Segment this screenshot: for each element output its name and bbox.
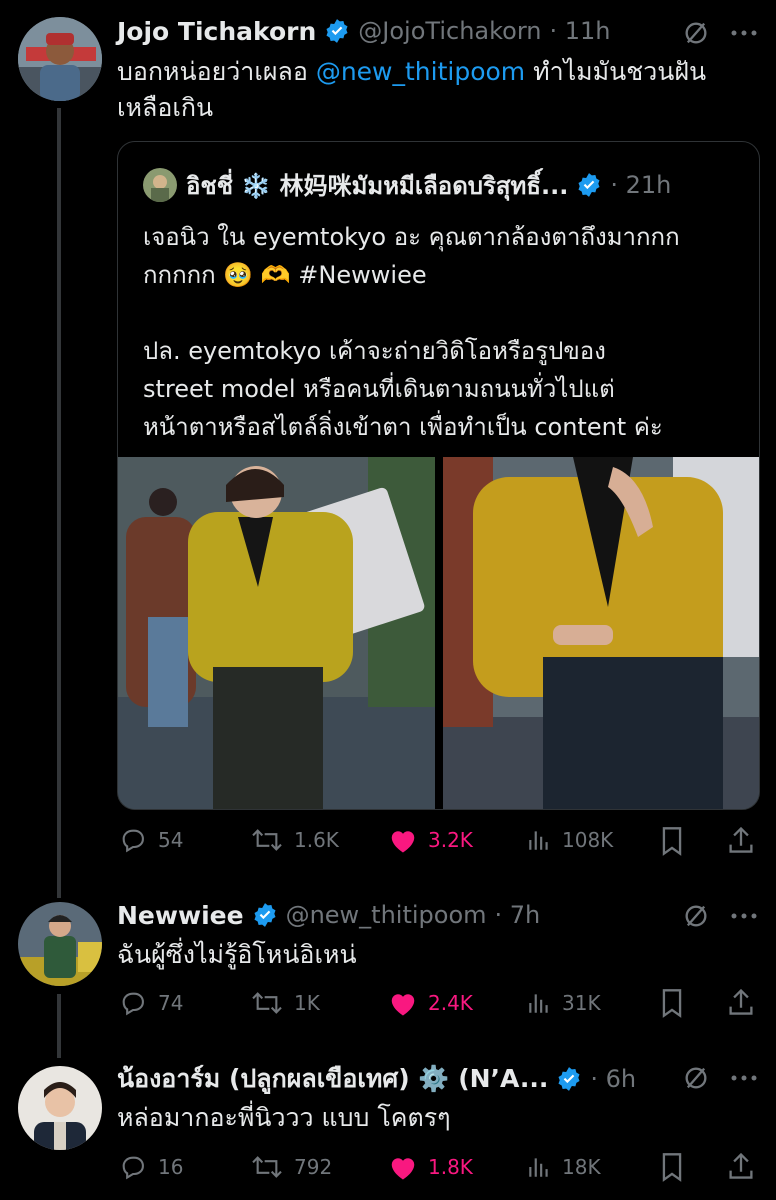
slashed-circle-icon[interactable] — [682, 1064, 710, 1092]
reply-icon — [122, 1156, 144, 1180]
views-count: 31K — [562, 991, 601, 1015]
author-handle[interactable]: @JojoTichakorn — [358, 17, 541, 45]
author-handle[interactable]: @new_thitipoom — [286, 901, 487, 929]
reply-icon — [122, 829, 144, 853]
tweet-text: ฉันผู้ซึ่งไม่รู้อิโหน่อิเหน่ — [117, 940, 357, 969]
views-count: 18K — [562, 1155, 601, 1179]
quote-photo-1[interactable] — [118, 457, 435, 809]
retweet-count: 1K — [294, 991, 320, 1015]
thread-line-2 — [57, 994, 61, 1058]
views-button[interactable]: 18K — [526, 1153, 601, 1181]
like-count: 2.4K — [428, 991, 473, 1015]
reply-icon — [122, 992, 144, 1016]
author-name[interactable]: น้องอาร์ม (ปลูกผลเขือเทศ) ⚙️ (N’A... — [117, 1059, 548, 1099]
views-icon — [529, 994, 548, 1013]
quote-avatar — [143, 168, 177, 202]
retweet-button[interactable]: 792 — [250, 1153, 332, 1181]
retweet-icon — [252, 992, 282, 1014]
share-icon[interactable] — [727, 987, 755, 1017]
slashed-circle-icon[interactable] — [682, 19, 710, 47]
share-icon[interactable] — [727, 1151, 755, 1181]
thread-line-1 — [57, 108, 61, 898]
retweet-button[interactable]: 1.6K — [250, 826, 339, 854]
reply-count: 54 — [158, 828, 184, 852]
heart-icon — [391, 831, 415, 853]
verified-badge-icon — [578, 173, 600, 197]
tweet-time[interactable]: · 7h — [495, 901, 541, 929]
author-name[interactable]: Jojo Tichakorn — [117, 17, 316, 46]
retweet-count: 1.6K — [294, 828, 339, 852]
verified-badge-icon — [326, 19, 348, 43]
bookmark-icon[interactable] — [660, 1152, 684, 1182]
like-button[interactable]: 1.8K — [388, 1153, 473, 1181]
retweet-count: 792 — [294, 1155, 333, 1179]
avatar-arm[interactable] — [18, 1066, 102, 1150]
quote-line: street model หรือคนที่เดินตามถนนทั่วไปแต… — [143, 375, 615, 403]
quote-line: กกกกก 🥹 🫶 #Newwiee — [143, 261, 427, 289]
quoted-tweet[interactable]: อิชชี่ ❄️ 林妈咪มัมหมีเลือดบริสุทธิ์... · 2… — [117, 141, 760, 810]
views-button[interactable]: 31K — [526, 989, 601, 1017]
views-icon — [529, 831, 548, 850]
more-dots-icon[interactable] — [730, 1067, 758, 1089]
share-icon[interactable] — [727, 825, 755, 855]
reply-count: 74 — [158, 991, 184, 1015]
tweet-time[interactable]: · 6h — [590, 1065, 636, 1093]
quote-photo-2[interactable] — [443, 457, 759, 809]
quote-line — [143, 294, 743, 332]
author-name[interactable]: Newwiee — [117, 901, 244, 930]
slashed-circle-icon[interactable] — [682, 902, 710, 930]
verified-badge-icon — [558, 1067, 580, 1091]
retweet-icon — [252, 1156, 282, 1178]
views-count: 108K — [562, 828, 614, 852]
reply-button[interactable]: 74 — [118, 989, 183, 1017]
like-count: 3.2K — [428, 828, 473, 852]
tweet-time[interactable]: · 11h — [550, 17, 611, 45]
quote-line: เจอนิว ใน eyemtokyo อะ คุณตากล้องตาถึงมา… — [143, 223, 680, 251]
verified-badge-icon — [254, 903, 276, 927]
like-button[interactable]: 2.4K — [388, 989, 473, 1017]
tweet-text: บอกหน่อยว่าเผลอ @new_thitipoom ทำไมมันชว… — [117, 57, 707, 122]
retweet-icon — [252, 829, 282, 851]
reply-count: 16 — [158, 1155, 184, 1179]
like-count: 1.8K — [428, 1155, 473, 1179]
reply-button[interactable]: 54 — [118, 826, 183, 854]
retweet-button[interactable]: 1K — [250, 989, 320, 1017]
views-icon — [529, 1158, 548, 1177]
quote-line: ปล. eyemtokyo เค้าจะถ่ายวิดิโอหรือรูปของ — [143, 337, 606, 365]
like-button[interactable]: 3.2K — [388, 826, 473, 854]
mention-link[interactable]: @new_thitipoom — [316, 57, 525, 86]
heart-icon — [391, 1158, 415, 1180]
quote-line: หน้าตาหรือสไตล์ลิ่งเข้าตา เพื่อทำเป็น co… — [143, 413, 663, 441]
bookmark-icon[interactable] — [660, 826, 684, 856]
heart-icon — [391, 994, 415, 1016]
tweet-text: หล่อมากอะพี่นิววว แบบ โคตรๆ — [117, 1103, 451, 1132]
avatar-newwiee[interactable] — [18, 902, 102, 986]
more-dots-icon[interactable] — [730, 905, 758, 927]
quote-time: · 21h — [610, 171, 672, 199]
avatar-jojo[interactable] — [18, 17, 102, 101]
reply-button[interactable]: 16 — [118, 1153, 183, 1181]
views-button[interactable]: 108K — [526, 826, 613, 854]
bookmark-icon[interactable] — [660, 988, 684, 1018]
more-dots-icon[interactable] — [730, 22, 758, 44]
quote-author-name: อิชชี่ ❄️ 林妈咪มัมหมีเลือดบริสุทธิ์... — [186, 171, 569, 200]
